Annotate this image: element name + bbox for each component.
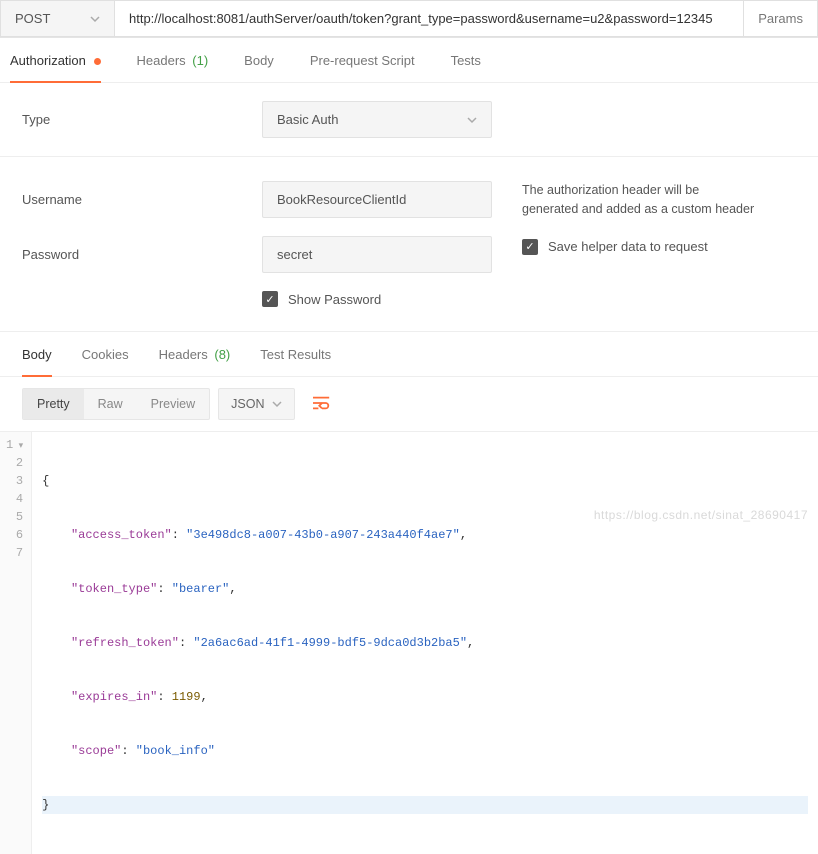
request-tabs: Authorization Headers (1) Body Pre-reque… bbox=[0, 38, 818, 83]
save-helper-label: Save helper data to request bbox=[548, 239, 708, 254]
view-raw[interactable]: Raw bbox=[84, 389, 137, 419]
tab-body[interactable]: Body bbox=[244, 53, 274, 82]
auth-type-select[interactable]: Basic Auth bbox=[262, 101, 492, 138]
chevron-down-icon bbox=[467, 115, 477, 125]
format-select[interactable]: JSON bbox=[218, 388, 295, 420]
headers-count: (1) bbox=[192, 53, 208, 68]
password-row: Password bbox=[22, 236, 522, 273]
resp-headers-count: (8) bbox=[214, 347, 230, 362]
response-view-bar: Pretty Raw Preview JSON bbox=[0, 377, 818, 431]
save-helper-checkbox[interactable]: ✓ bbox=[522, 239, 538, 255]
response-body: 1234567 { "access_token": "3e498dc8-a007… bbox=[0, 431, 818, 854]
auth-help: The authorization header will be generat… bbox=[522, 181, 754, 307]
save-helper-row[interactable]: ✓ Save helper data to request bbox=[522, 239, 754, 255]
show-password-checkbox[interactable]: ✓ bbox=[262, 291, 278, 307]
method-label: POST bbox=[15, 11, 50, 26]
response-tabs: Body Cookies Headers (8) Test Results bbox=[0, 332, 818, 377]
view-pretty[interactable]: Pretty bbox=[23, 389, 84, 419]
resp-tab-body[interactable]: Body bbox=[22, 347, 52, 377]
view-preview[interactable]: Preview bbox=[137, 389, 209, 419]
resp-tab-headers[interactable]: Headers (8) bbox=[159, 347, 231, 376]
line-gutter: 1234567 bbox=[0, 432, 32, 854]
type-label: Type bbox=[22, 112, 262, 127]
tab-tests[interactable]: Tests bbox=[451, 53, 481, 82]
wrap-lines-icon bbox=[313, 396, 331, 410]
json-code[interactable]: { "access_token": "3e498dc8-a007-43b0-a9… bbox=[32, 432, 818, 854]
chevron-down-icon bbox=[272, 399, 282, 409]
password-input[interactable] bbox=[262, 236, 492, 273]
tab-prerequest[interactable]: Pre-request Script bbox=[310, 53, 415, 82]
auth-type-row: Type Basic Auth bbox=[0, 83, 818, 157]
tab-headers[interactable]: Headers (1) bbox=[137, 53, 209, 82]
method-select[interactable]: POST bbox=[0, 0, 115, 37]
username-label: Username bbox=[22, 192, 262, 207]
modified-dot-icon bbox=[94, 58, 101, 65]
username-row: Username bbox=[22, 181, 522, 218]
password-label: Password bbox=[22, 247, 262, 262]
credentials-panel: Username Password ✓ Show Password The au… bbox=[0, 157, 818, 332]
resp-tab-cookies[interactable]: Cookies bbox=[82, 347, 129, 376]
view-mode-group: Pretty Raw Preview bbox=[22, 388, 210, 420]
auth-section: Type Basic Auth Username Password ✓ Show… bbox=[0, 83, 818, 332]
url-input[interactable] bbox=[115, 0, 744, 37]
params-button[interactable]: Params bbox=[744, 0, 818, 37]
tab-authorization[interactable]: Authorization bbox=[10, 53, 101, 83]
resp-tab-tests[interactable]: Test Results bbox=[260, 347, 331, 376]
request-bar: POST Params bbox=[0, 0, 818, 38]
watermark: https://blog.csdn.net/sinat_28690417 bbox=[594, 508, 808, 522]
username-input[interactable] bbox=[262, 181, 492, 218]
chevron-down-icon bbox=[90, 14, 100, 24]
wrap-lines-button[interactable] bbox=[303, 390, 341, 419]
show-password-row[interactable]: ✓ Show Password bbox=[262, 291, 522, 307]
show-password-label: Show Password bbox=[288, 292, 381, 307]
